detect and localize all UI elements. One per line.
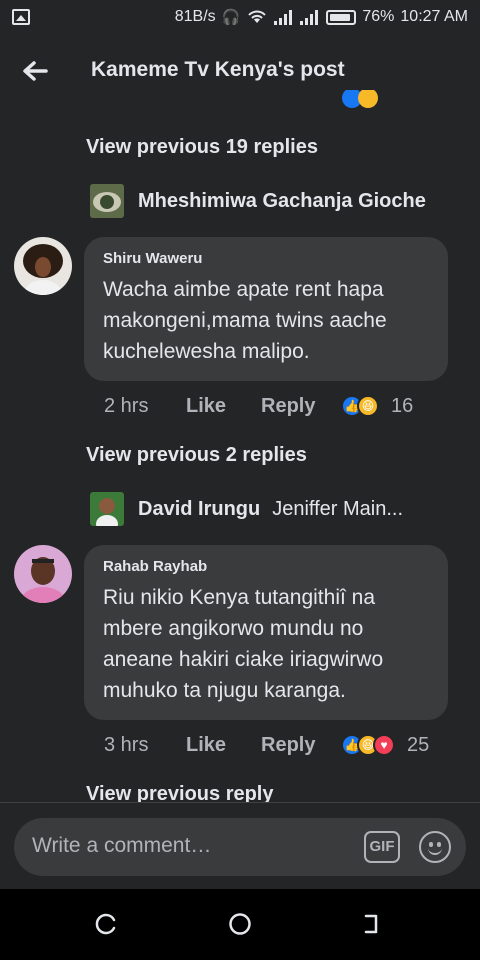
avatar[interactable] xyxy=(14,545,72,603)
comment-text: Riu nikio Kenya tutangithiî na mbere ang… xyxy=(103,586,384,702)
wifi-icon xyxy=(248,10,267,23)
gallery-notification-icon xyxy=(12,9,30,25)
avatar xyxy=(90,184,124,218)
haha-reaction-icon: 😆 xyxy=(357,395,379,417)
cut-off-reactions xyxy=(336,90,384,112)
status-bar: 81B/s 🎧 76% 10:27 AM xyxy=(0,0,480,36)
reply-author-name[interactable]: David Irungu xyxy=(138,498,260,521)
comment-actions: 3 hrs Like Reply 👍 😆 ♥ 25 xyxy=(104,730,429,760)
reaction-summary[interactable]: 👍 😆 ♥ xyxy=(341,734,395,756)
view-previous-replies-link[interactable]: View previous 2 replies xyxy=(86,444,307,467)
reaction-count[interactable]: 25 xyxy=(407,734,429,757)
reply-button[interactable]: Reply xyxy=(261,734,341,757)
like-button[interactable]: Like xyxy=(186,395,261,418)
comment-timestamp: 2 hrs xyxy=(104,394,149,417)
reply-preview-text: Jeniffer Main... xyxy=(272,497,404,520)
view-previous-replies-link[interactable]: View previous 19 replies xyxy=(86,136,318,159)
view-previous-reply-link[interactable]: View previous reply xyxy=(86,783,274,802)
reply-author-name[interactable]: Mheshimiwa Gachanja Gioche xyxy=(138,190,426,213)
avatar xyxy=(90,492,124,526)
gif-icon[interactable]: GIF xyxy=(364,831,400,863)
page-title: Kameme Tv Kenya's post xyxy=(91,58,345,81)
arrow-left-icon[interactable] xyxy=(18,54,52,88)
love-reaction-icon: ♥ xyxy=(373,734,395,756)
comment-actions: 2 hrs Like Reply 👍 😆 16 xyxy=(104,391,413,421)
reaction-summary[interactable]: 👍 😆 xyxy=(341,395,379,417)
home-icon[interactable] xyxy=(225,909,255,939)
back-nav-icon[interactable] xyxy=(358,909,388,939)
system-nav-bar xyxy=(0,889,480,960)
reply-preview[interactable]: Mheshimiwa Gachanja Gioche xyxy=(90,184,426,218)
status-indicators: 81B/s 🎧 76% 10:27 AM xyxy=(175,8,468,26)
comment-author[interactable]: Rahab Rayhab xyxy=(103,558,430,575)
headphones-icon: 🎧 xyxy=(221,9,241,26)
avatar[interactable] xyxy=(14,237,72,295)
smiley-icon[interactable] xyxy=(419,831,451,863)
signal-icon-1 xyxy=(274,10,293,25)
recent-apps-icon[interactable] xyxy=(92,909,122,939)
signal-icon-2 xyxy=(300,10,319,25)
network-speed: 81B/s xyxy=(174,8,216,25)
comment-composer: Write a comment… GIF xyxy=(0,803,480,889)
clock: 10:27 AM xyxy=(400,8,468,25)
reaction-count[interactable]: 16 xyxy=(391,395,413,418)
comment-bubble[interactable]: Rahab Rayhab Riu nikio Kenya tutangithiî… xyxy=(84,545,448,720)
comment-author[interactable]: Shiru Waweru xyxy=(103,250,430,267)
like-button[interactable]: Like xyxy=(186,734,261,757)
battery-icon xyxy=(326,9,357,25)
battery-percent: 76% xyxy=(362,8,395,25)
comment-bubble[interactable]: Shiru Waweru Wacha aimbe apate rent hapa… xyxy=(84,237,448,381)
comment-input[interactable]: Write a comment… GIF xyxy=(14,818,466,876)
comment-placeholder: Write a comment… xyxy=(32,834,212,857)
comments-thread[interactable]: View previous 19 replies Mheshimiwa Gach… xyxy=(0,90,480,802)
reply-preview[interactable]: David Irungu Jeniffer Main... xyxy=(90,492,403,526)
comment-text: Wacha aimbe apate rent hapa makongeni,ma… xyxy=(103,278,387,363)
comment-timestamp: 3 hrs xyxy=(104,733,149,756)
reply-button[interactable]: Reply xyxy=(261,395,341,418)
